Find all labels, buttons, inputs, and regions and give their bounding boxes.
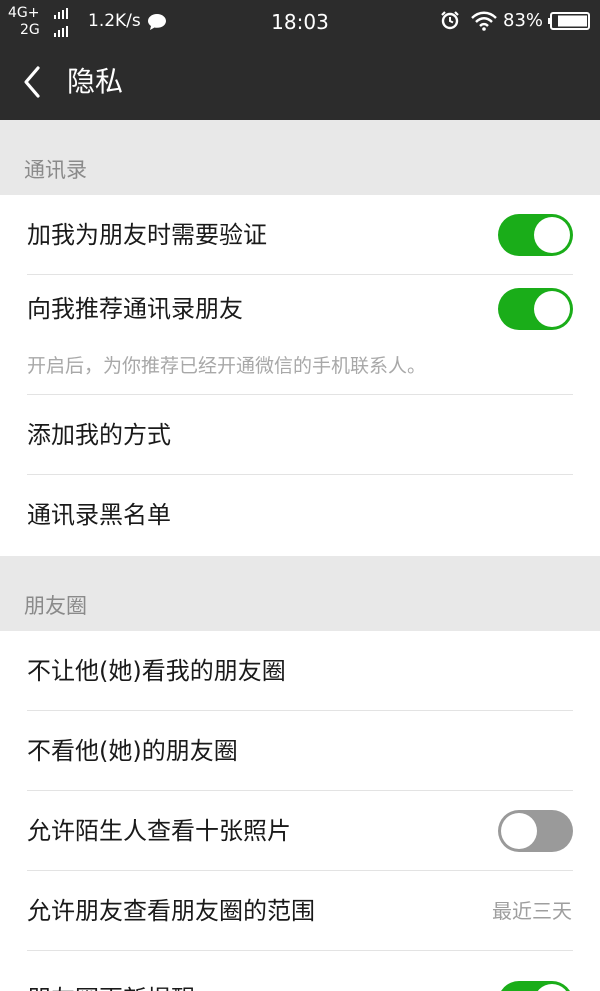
verify-friend-toggle[interactable] bbox=[498, 214, 573, 256]
chevron-left-icon bbox=[24, 66, 40, 98]
setting-moments-visible-range[interactable]: 允许朋友查看朋友圈的范围 最近三天 bbox=[0, 871, 600, 951]
recommend-contacts-hint: 开启后，为你推荐已经开通微信的手机联系人。 bbox=[0, 355, 600, 395]
wifi-icon bbox=[471, 11, 497, 35]
setting-recommend-contacts[interactable]: 向我推荐通讯录朋友 bbox=[0, 275, 600, 347]
battery-icon bbox=[548, 12, 590, 30]
setting-label: 允许朋友查看朋友圈的范围 bbox=[27, 897, 315, 925]
setting-label: 向我推荐通讯录朋友 bbox=[27, 295, 243, 323]
setting-hide-my-moments[interactable]: 不让他(她)看我的朋友圈 bbox=[0, 631, 600, 711]
setting-add-me-methods[interactable]: 添加我的方式 bbox=[0, 395, 600, 475]
setting-hide-their-moments[interactable]: 不看他(她)的朋友圈 bbox=[0, 711, 600, 791]
setting-strangers-view-photos[interactable]: 允许陌生人查看十张照片 bbox=[0, 791, 600, 871]
section-header-contacts: 通讯录 bbox=[0, 120, 600, 195]
recommend-contacts-toggle[interactable] bbox=[498, 288, 573, 330]
toggle-knob bbox=[534, 984, 570, 991]
battery-level: 83% bbox=[503, 10, 544, 31]
moments-reminder-toggle[interactable] bbox=[498, 981, 573, 991]
moments-settings-group: 不让他(她)看我的朋友圈 不看他(她)的朋友圈 允许陌生人查看十张照片 允许朋友… bbox=[0, 631, 600, 991]
setting-label: 加我为朋友时需要验证 bbox=[27, 221, 267, 249]
contacts-settings-group: 加我为朋友时需要验证 向我推荐通讯录朋友 开启后，为你推荐已经开通微信的手机联系… bbox=[0, 195, 600, 556]
setting-contacts-blacklist[interactable]: 通讯录黑名单 bbox=[0, 475, 600, 555]
strangers-photos-toggle[interactable] bbox=[498, 810, 573, 852]
status-bar: 4G+ 2G 1.2K/s 18:03 83% bbox=[0, 0, 600, 44]
setting-label: 不让他(她)看我的朋友圈 bbox=[27, 657, 286, 685]
alarm-icon bbox=[440, 10, 460, 34]
toggle-knob bbox=[501, 813, 537, 849]
setting-value: 最近三天 bbox=[492, 899, 572, 923]
toggle-knob bbox=[534, 217, 570, 253]
setting-label: 朋友圈更新提醒 bbox=[27, 959, 195, 991]
setting-label: 不看他(她)的朋友圈 bbox=[27, 737, 238, 765]
nav-bar: 隐私 bbox=[0, 44, 600, 120]
hint-text: 开启后，为你推荐已经开通微信的手机联系人。 bbox=[27, 355, 427, 377]
setting-label: 添加我的方式 bbox=[27, 421, 171, 449]
setting-label: 通讯录黑名单 bbox=[27, 501, 171, 529]
setting-label: 允许陌生人查看十张照片 bbox=[27, 817, 291, 845]
page-title: 隐私 bbox=[67, 65, 124, 98]
toggle-knob bbox=[534, 291, 570, 327]
section-header-moments: 朋友圈 bbox=[0, 556, 600, 631]
back-button[interactable] bbox=[18, 62, 48, 102]
setting-moments-update-reminder[interactable]: 朋友圈更新提醒 bbox=[0, 951, 600, 991]
setting-verify-friend-requests[interactable]: 加我为朋友时需要验证 bbox=[0, 195, 600, 275]
